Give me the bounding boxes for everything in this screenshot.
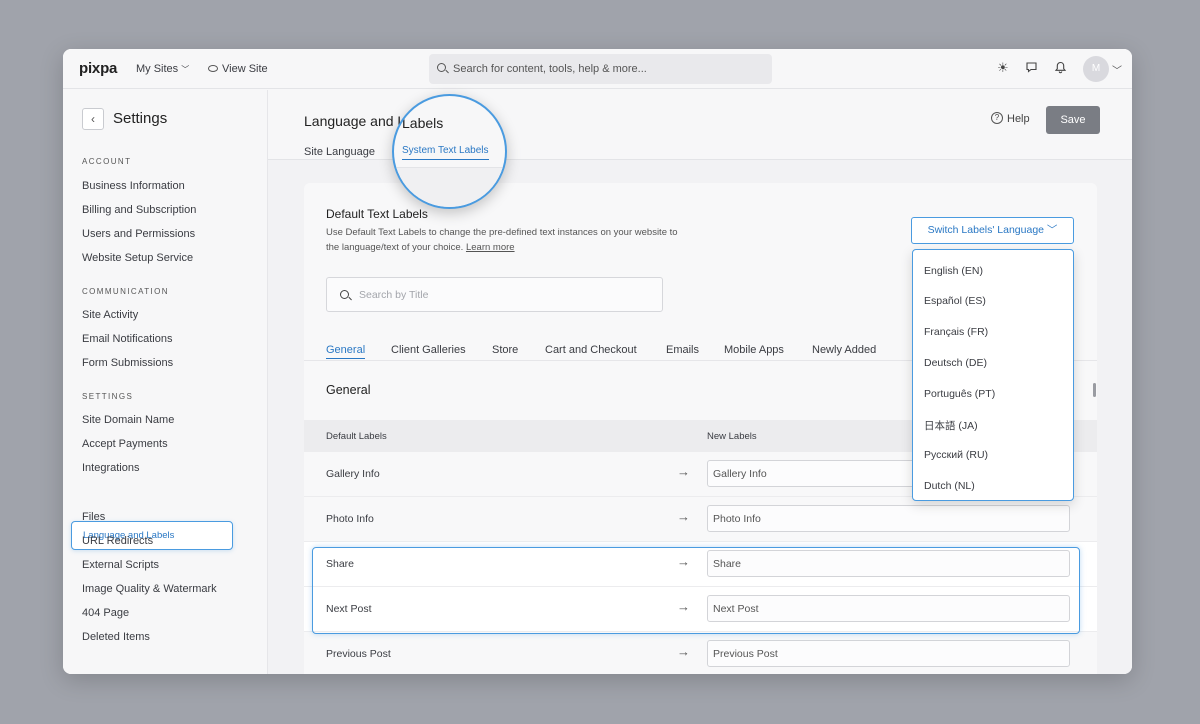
language-option-pt[interactable]: Português (PT) (924, 388, 995, 400)
sidebar-item-url-redirects[interactable]: URL Redirects (82, 535, 153, 547)
card-title: Default Text Labels (326, 207, 428, 221)
tab-cart-and-checkout[interactable]: Cart and Checkout (545, 344, 637, 356)
arrow-right-icon: → (677, 644, 690, 659)
sidebar-item-404-page[interactable]: 404 Page (82, 607, 129, 619)
arrow-right-icon: → (677, 464, 690, 479)
sidebar-item-form-submissions[interactable]: Form Submissions (82, 357, 173, 369)
default-label: Previous Post (326, 648, 391, 660)
help-link[interactable]: ? Help (991, 112, 1030, 125)
search-by-title-input[interactable]: Search by Title (326, 277, 663, 312)
new-label-input[interactable]: Previous Post (707, 640, 1070, 667)
my-sites-label: My Sites (136, 63, 179, 75)
search-icon (340, 290, 349, 299)
sidebar-item-files[interactable]: Files (82, 511, 105, 523)
tab-emails[interactable]: Emails (666, 344, 699, 356)
search-by-title-placeholder: Search by Title (359, 289, 429, 301)
sidebar-item-integrations[interactable]: Integrations (82, 462, 139, 474)
column-new-labels: New Labels (707, 431, 757, 442)
language-option-ru[interactable]: Русский (RU) (924, 449, 988, 461)
tab-newly-added[interactable]: Newly Added (812, 344, 876, 356)
eye-icon (208, 64, 218, 72)
section-title: General (326, 383, 371, 397)
sidebar-section-settings: SETTINGS (82, 392, 134, 401)
column-default-labels: Default Labels (326, 431, 387, 442)
my-sites-menu[interactable]: My Sites ﹀ (136, 63, 189, 75)
default-label: Gallery Info (326, 468, 380, 480)
sidebar-item-deleted-items[interactable]: Deleted Items (82, 631, 150, 643)
language-option-es[interactable]: Español (ES) (924, 295, 986, 307)
language-option-de[interactable]: Deutsch (DE) (924, 357, 987, 369)
sidebar-item-business-information[interactable]: Business Information (82, 180, 185, 192)
table-row: Photo Info → Photo Info (304, 497, 1097, 542)
sidebar-section-communication: COMMUNICATION (82, 287, 169, 296)
top-bar: pixpa My Sites ﹀ View Site Search for co… (63, 49, 1132, 89)
settings-sidebar: ‹ Settings ACCOUNT Business Information … (63, 90, 268, 674)
bell-icon[interactable] (1054, 61, 1067, 77)
scrollbar[interactable] (1093, 383, 1096, 397)
language-option-ja[interactable]: 日本語 (JA) (924, 418, 978, 433)
sidebar-item-domain[interactable]: Site Domain Name (82, 414, 174, 426)
back-button[interactable]: ‹ (82, 108, 104, 130)
chevron-down-icon[interactable]: ﹀ (1112, 62, 1122, 77)
chevron-down-icon: ﹀ (181, 65, 190, 74)
save-button[interactable]: Save (1046, 106, 1100, 134)
new-label-input[interactable]: Photo Info (707, 505, 1070, 532)
sidebar-item-email-notifications[interactable]: Email Notifications (82, 333, 172, 345)
sidebar-item-image-quality[interactable]: Image Quality & Watermark (82, 583, 217, 595)
tab-client-galleries[interactable]: Client Galleries (391, 344, 466, 356)
language-option-nl[interactable]: Dutch (NL) (924, 480, 975, 492)
language-dropdown: English (EN) Español (ES) Français (FR) … (912, 249, 1074, 501)
magnified-page-title: Labels (402, 115, 444, 131)
learn-more-link[interactable]: Learn more (466, 242, 515, 253)
tab-site-language[interactable]: Site Language (304, 146, 375, 158)
sidebar-item-billing[interactable]: Billing and Subscription (82, 204, 196, 216)
view-site-link[interactable]: View Site (208, 63, 268, 75)
chat-icon[interactable] (1025, 61, 1038, 77)
search-icon (437, 63, 446, 72)
sidebar-item-setup-service[interactable]: Website Setup Service (82, 252, 193, 264)
sidebar-title: Settings (113, 110, 168, 127)
sidebar-section-account: ACCOUNT (82, 157, 132, 166)
magnifier-callout: Labels System Text Labels (392, 94, 507, 209)
help-icon: ? (991, 112, 1003, 125)
tab-store[interactable]: Store (492, 344, 518, 356)
sun-icon[interactable]: ☀ (997, 61, 1009, 75)
help-label: Help (1007, 113, 1030, 125)
view-site-label: View Site (222, 63, 268, 75)
card-description: Use Default Text Labels to change the pr… (326, 225, 686, 255)
language-option-fr[interactable]: Français (FR) (924, 326, 988, 338)
arrow-right-icon: → (677, 509, 690, 524)
language-option-en[interactable]: English (EN) (924, 265, 983, 277)
sidebar-item-external-scripts[interactable]: External Scripts (82, 559, 159, 571)
logo[interactable]: pixpa (79, 60, 117, 77)
tab-system-text-labels[interactable]: System Text Labels (402, 145, 489, 160)
default-label: Photo Info (326, 513, 374, 525)
tab-general[interactable]: General (326, 344, 366, 359)
global-search-placeholder: Search for content, tools, help & more..… (453, 63, 647, 75)
rows-highlight (312, 547, 1080, 634)
avatar[interactable]: M (1083, 56, 1109, 82)
global-search-input[interactable]: Search for content, tools, help & more..… (429, 54, 772, 84)
sidebar-item-payments[interactable]: Accept Payments (82, 438, 168, 450)
magnified-card-area (394, 168, 505, 207)
tab-mobile-apps[interactable]: Mobile Apps (724, 344, 784, 356)
table-row: Previous Post → Previous Post (304, 632, 1097, 674)
switch-labels-language-button[interactable]: Switch Labels' Language ﹀ (911, 217, 1074, 244)
sidebar-item-site-activity[interactable]: Site Activity (82, 309, 138, 321)
sidebar-item-users[interactable]: Users and Permissions (82, 228, 195, 240)
